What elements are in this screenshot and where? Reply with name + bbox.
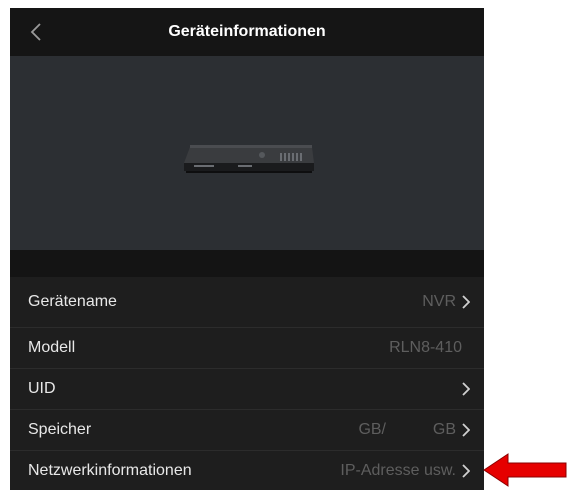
row-label: Speicher: [28, 421, 92, 438]
top-bar: Geräteinformationen: [10, 8, 484, 56]
red-arrow-icon: [483, 453, 567, 487]
row-device-name[interactable]: Gerätename NVR: [10, 277, 484, 328]
row-value: RLN8-410: [389, 339, 462, 356]
row-label: Netzwerkinformationen: [28, 462, 192, 479]
row-label: Modell: [28, 339, 76, 356]
row-value: NVR: [422, 293, 456, 310]
row-network-info[interactable]: Netzwerkinformationen IP-Adresse usw.: [10, 451, 484, 490]
chevron-right-icon: [460, 464, 472, 478]
row-value-total: GB: [432, 421, 456, 438]
row-model: Modell RLN8-410: [10, 328, 484, 369]
chevron-right-icon: [460, 382, 472, 396]
row-value-used: GB/: [358, 421, 386, 438]
chevron-right-icon: [460, 295, 472, 309]
row-label: UID: [28, 380, 56, 397]
row-uid[interactable]: UID: [10, 369, 484, 410]
chevron-right-icon: [460, 423, 472, 437]
row-storage[interactable]: Speicher GB/ GB: [10, 410, 484, 451]
device-image-panel: [10, 56, 484, 250]
row-label: Gerätename: [28, 293, 117, 310]
row-value: IP-Adresse usw.: [340, 462, 456, 479]
page-title: Geräteinformationen: [168, 23, 326, 40]
nvr-device-image: [184, 145, 314, 173]
section-divider: [10, 250, 484, 277]
device-info-screen: Geräteinformationen Gerätename NVR Model…: [10, 8, 484, 490]
info-list: Gerätename NVR Modell RLN8-410 UID Speic…: [10, 277, 484, 490]
